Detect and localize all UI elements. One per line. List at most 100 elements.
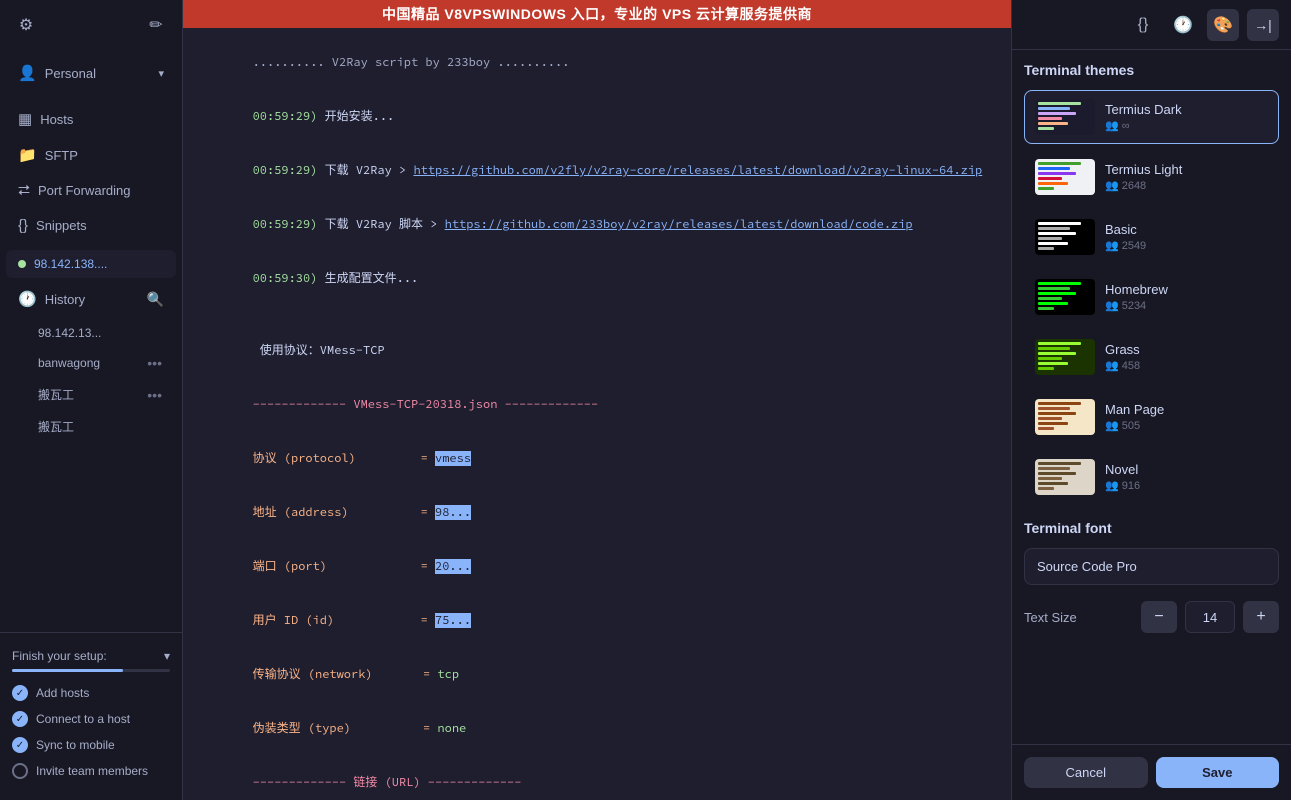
users-icon: 👥	[1105, 359, 1119, 372]
terminal-container[interactable]: .......... V2Ray script by 233boy ......…	[183, 28, 1011, 800]
setup-collapse-icon: ▾	[164, 649, 170, 663]
users-icon: 👥	[1105, 239, 1119, 252]
add-hosts-label: Add hosts	[36, 686, 89, 700]
ad-banner-text: 中国精品 V8VPSWINDOWS 入口，专业的 VPS 云计算服务提供商	[382, 6, 812, 22]
theme-preview-basic	[1035, 219, 1095, 255]
theme-name-grass: Grass	[1105, 342, 1268, 357]
ad-banner: 中国精品 V8VPSWINDOWS 入口，专业的 VPS 云计算服务提供商	[183, 0, 1011, 28]
theme-users-termius-dark: 👥 ∞	[1105, 119, 1268, 132]
font-selector-button[interactable]: Source Code Pro	[1024, 548, 1279, 585]
add-hosts-check-icon: ✓	[12, 685, 28, 701]
text-size-decrease-button[interactable]: −	[1141, 601, 1177, 633]
setup-item-connect-host[interactable]: ✓ Connect to a host	[12, 706, 170, 732]
palette-toolbar-button[interactable]: 🎨	[1207, 9, 1239, 41]
theme-item-novel[interactable]: Novel 👥 916	[1024, 450, 1279, 504]
history-item-3[interactable]: 搬瓦工 •••	[6, 379, 176, 410]
text-size-value: 14	[1185, 601, 1235, 633]
history-item-4[interactable]: 搬瓦工	[6, 411, 176, 442]
cancel-button[interactable]: Cancel	[1024, 757, 1148, 788]
term-line-2: 00:59:29) 下载 V2Ray > https://github.com/…	[195, 144, 999, 198]
history-item-2[interactable]: banwagong •••	[6, 348, 176, 378]
theme-item-homebrew[interactable]: Homebrew 👥 5234	[1024, 270, 1279, 324]
clock-toolbar-button[interactable]: 🕐	[1167, 9, 1199, 41]
port-forwarding-label: Port Forwarding	[38, 183, 130, 198]
theme-info-termius-light: Termius Light 👥 2648	[1105, 162, 1268, 192]
theme-name-homebrew: Homebrew	[1105, 282, 1268, 297]
save-button[interactable]: Save	[1156, 757, 1280, 788]
hosts-label: Hosts	[40, 112, 73, 127]
palette-icon: 🎨	[1213, 15, 1233, 35]
term-line-3: 00:59:29) 下载 V2Ray 脚本 > https://github.c…	[195, 198, 999, 252]
sftp-label: SFTP	[45, 148, 78, 163]
theme-item-grass[interactable]: Grass 👥 458	[1024, 330, 1279, 384]
theme-name-termius-dark: Termius Dark	[1105, 102, 1268, 117]
term-line-info-type: 伪装类型 (type) = none	[195, 702, 999, 756]
theme-preview-grass	[1035, 339, 1095, 375]
font-section-title: Terminal font	[1024, 520, 1279, 536]
theme-item-termius-light[interactable]: Termius Light 👥 2648	[1024, 150, 1279, 204]
history-item-3-more[interactable]: •••	[145, 387, 164, 403]
text-size-increase-button[interactable]: +	[1243, 601, 1279, 633]
compose-button[interactable]: ✏	[142, 11, 170, 39]
theme-info-grass: Grass 👥 458	[1105, 342, 1268, 372]
setup-item-add-hosts[interactable]: ✓ Add hosts	[12, 680, 170, 706]
nav-section: ▦ Hosts 📁 SFTP ⮂ Port Forwarding {} Snip…	[0, 96, 182, 248]
theme-item-termius-dark[interactable]: Termius Dark 👥 ∞	[1024, 90, 1279, 144]
term-line-blank1	[195, 306, 999, 324]
snippets-label: Snippets	[36, 218, 87, 233]
sidebar-bottom: Finish your setup: ▾ ✓ Add hosts ✓ Conne…	[0, 632, 182, 800]
history-search-button[interactable]: 🔍	[147, 291, 164, 308]
theme-grid: Termius Dark 👥 ∞ Termius Light 👥 2	[1024, 90, 1279, 504]
theme-item-basic[interactable]: Basic 👥 2549	[1024, 210, 1279, 264]
setup-title-label: Finish your setup:	[12, 649, 107, 663]
font-section: Terminal font Source Code Pro Text Size …	[1024, 520, 1279, 633]
connect-host-label: Connect to a host	[36, 712, 130, 726]
sidebar-item-port-forwarding[interactable]: ⮂ Port Forwarding	[6, 174, 176, 207]
personal-icon: 👤	[18, 64, 37, 82]
theme-users-novel: 👥 916	[1105, 479, 1268, 492]
term-line-1: 00:59:29) 开始安装...	[195, 90, 999, 144]
term-line-protocol-label: 使用协议：VMess-TCP	[195, 324, 999, 378]
history-item-2-label: banwagong	[38, 356, 100, 370]
term-line-info-protocol: 协议 (protocol) = vmess	[195, 432, 999, 486]
theme-info-man-page: Man Page 👥 505	[1105, 402, 1268, 432]
setup-title[interactable]: Finish your setup: ▾	[12, 649, 170, 663]
history-label: History	[45, 292, 85, 307]
theme-item-man-page[interactable]: Man Page 👥 505	[1024, 390, 1279, 444]
invite-team-check-icon	[12, 763, 28, 779]
term-line-dots: .......... V2Ray script by 233boy ......…	[195, 36, 999, 90]
theme-preview-man-page	[1035, 399, 1095, 435]
right-panel: {} 🕐 🎨 →| Terminal themes Termius Dark	[1011, 0, 1291, 800]
theme-users-grass: 👥 458	[1105, 359, 1268, 372]
sidebar-item-snippets[interactable]: {} Snippets	[6, 209, 176, 242]
setup-item-invite-team[interactable]: Invite team members	[12, 758, 170, 784]
history-item-1[interactable]: 98.142.13...	[6, 319, 176, 347]
history-item-2-more[interactable]: •••	[145, 355, 164, 371]
terminal-content[interactable]: .......... V2Ray script by 233boy ......…	[183, 28, 1011, 800]
collapse-panel-button[interactable]: →|	[1247, 9, 1279, 41]
theme-name-man-page: Man Page	[1105, 402, 1268, 417]
sidebar-item-hosts[interactable]: ▦ Hosts	[6, 102, 176, 136]
code-toolbar-button[interactable]: {}	[1127, 9, 1159, 41]
hosts-icon: ▦	[18, 110, 32, 128]
text-size-row: Text Size − 14 +	[1024, 601, 1279, 633]
personal-label: Personal	[45, 66, 96, 81]
users-icon: 👥	[1105, 299, 1119, 312]
term-line-info-port: 端口 (port) = 20...	[195, 540, 999, 594]
action-buttons: Cancel Save	[1012, 744, 1291, 800]
personal-group[interactable]: 👤 Personal ▾	[6, 56, 176, 90]
collapse-icon: →|	[1254, 17, 1272, 33]
connected-host-label: 98.142.138....	[34, 257, 107, 271]
users-icon: 👥	[1105, 419, 1119, 432]
connected-host-item[interactable]: 98.142.138....	[6, 250, 176, 278]
snippets-icon: {}	[18, 217, 28, 234]
theme-name-basic: Basic	[1105, 222, 1268, 237]
history-item-1-label: 98.142.13...	[38, 326, 101, 340]
compose-icon: ✏	[149, 15, 162, 35]
sidebar-item-sftp[interactable]: 📁 SFTP	[6, 138, 176, 172]
history-header: 🕐 History 🔍	[6, 282, 176, 316]
right-panel-content: Terminal themes Termius Dark 👥 ∞	[1012, 50, 1291, 744]
settings-button[interactable]: ⚙	[12, 11, 40, 39]
setup-item-sync-mobile[interactable]: ✓ Sync to mobile	[12, 732, 170, 758]
font-value: Source Code Pro	[1037, 559, 1137, 574]
